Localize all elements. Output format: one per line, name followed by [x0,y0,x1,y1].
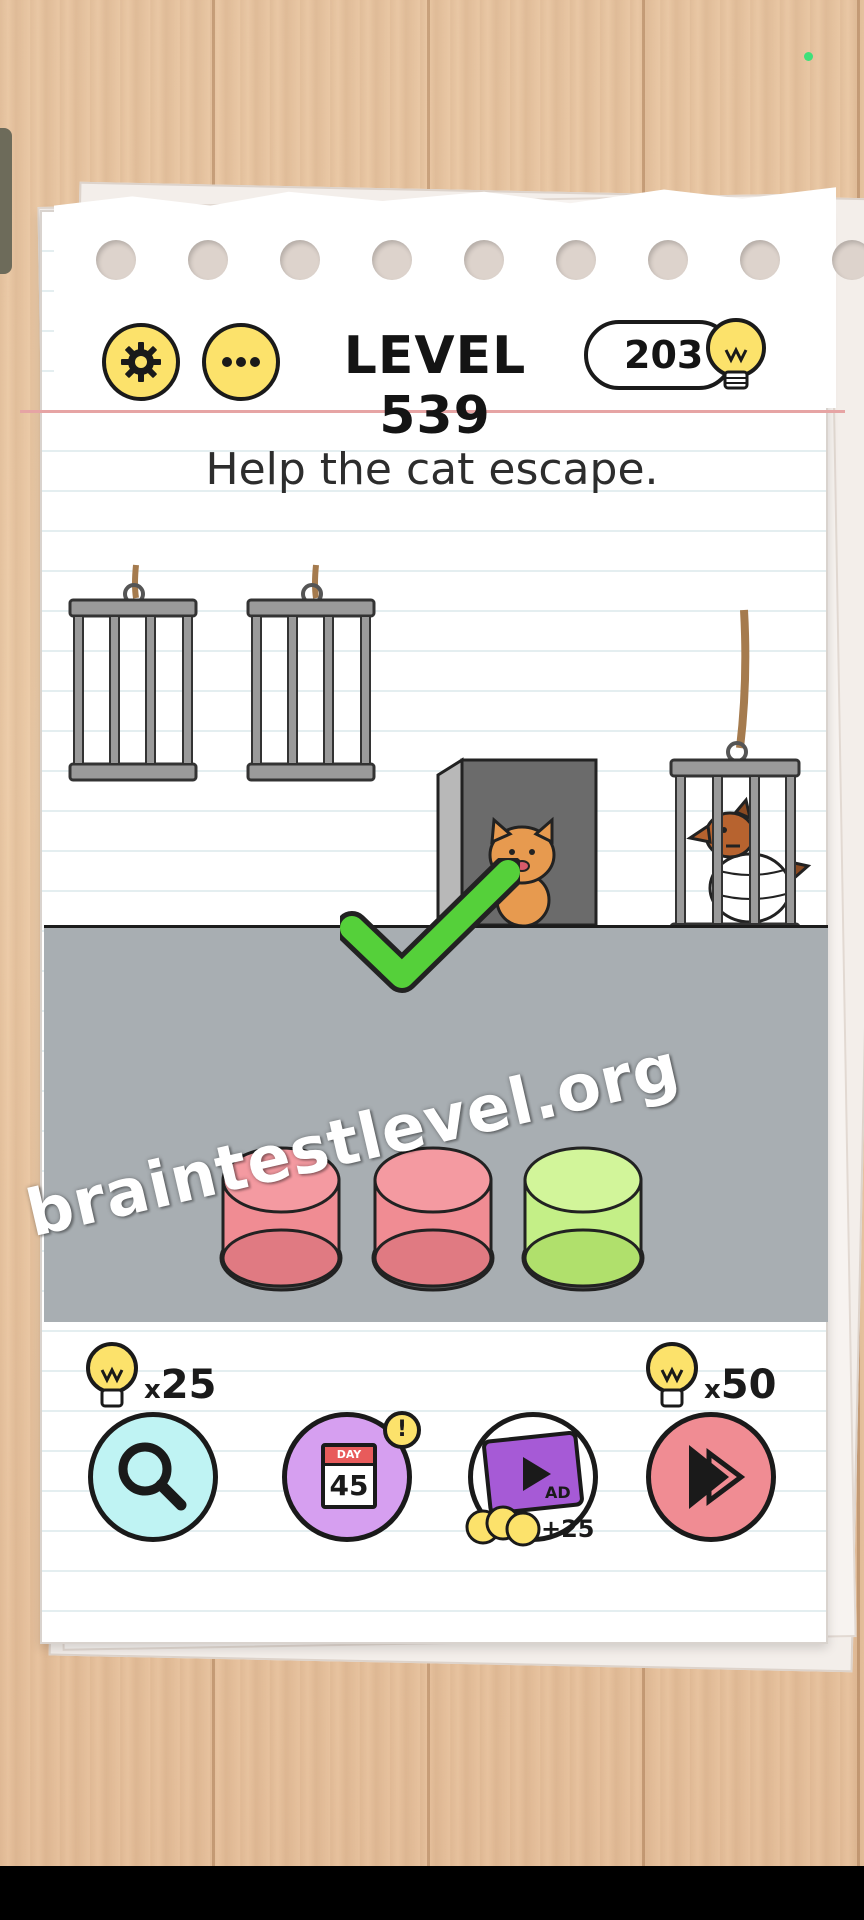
calendar-day-number: 45 [329,1469,369,1502]
ad-label: AD [545,1483,571,1502]
calendar-icon: DAY 45 [321,1443,377,1509]
lightbulb-reward-icon [465,1505,541,1547]
lightbulb-cost-icon-hint [86,1342,138,1408]
check-mark-icon [340,858,520,993]
magnifier-icon [118,1442,187,1511]
hint-search-button[interactable] [88,1412,218,1542]
skip-level-button[interactable] [646,1412,776,1542]
video-reward-label: +25 [541,1515,595,1543]
system-navigation-bar [0,1866,864,1920]
hint-cost-label: x25 [144,1362,217,1408]
lightbulb-cost-icon-skip [646,1342,698,1408]
calendar-day-label: DAY [325,1447,373,1466]
alert-badge: ! [383,1411,421,1449]
daily-challenge-button[interactable]: DAY 45 ! [282,1411,421,1542]
cage-empty-1[interactable] [68,564,198,782]
skip-cost-label: x50 [704,1362,777,1408]
dog-cage[interactable] [669,609,812,942]
watch-video-button[interactable]: AD +25 [465,1412,598,1547]
push-button-green[interactable] [520,1140,646,1296]
cage-empty-2[interactable] [246,564,376,782]
fast-forward-icon [689,1445,746,1509]
